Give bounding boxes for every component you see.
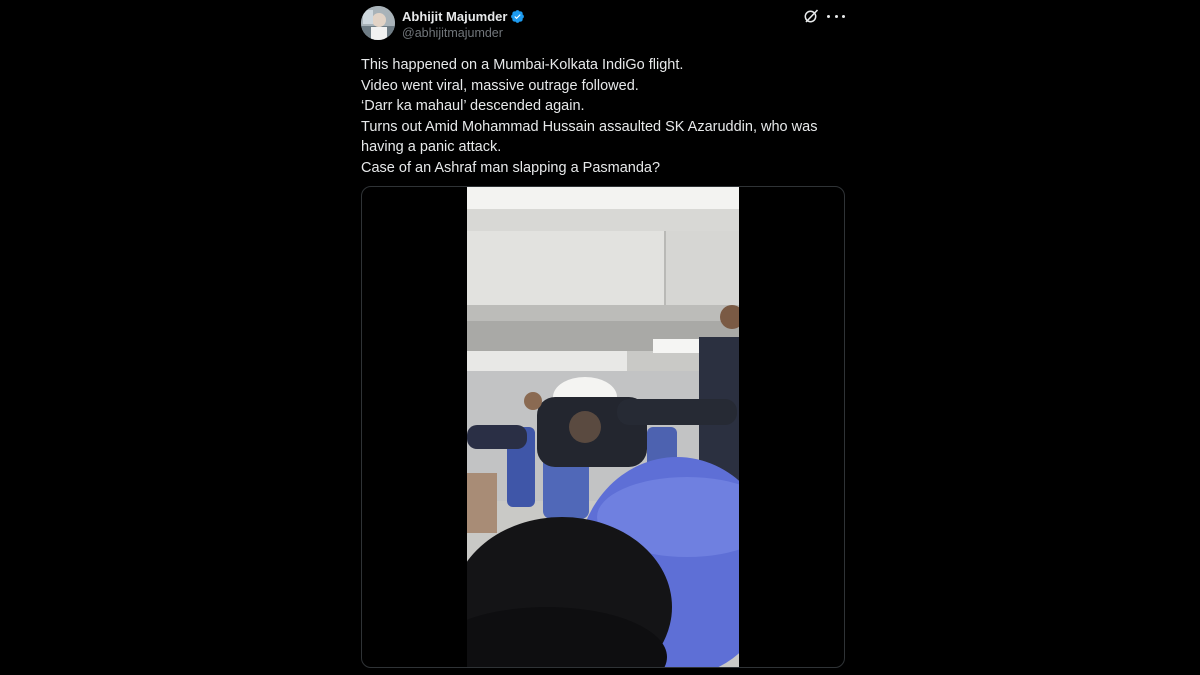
- tweet-text-line: Case of an Ashraf man slapping a Pasmand…: [361, 159, 661, 176]
- video-still-image: [467, 187, 739, 667]
- author-display-name[interactable]: Abhijit Majumder: [402, 9, 507, 24]
- tweet-text-line: Turns out Amid Mohammad Hussain assaulte…: [361, 118, 818, 156]
- tweet-text-line: This happened on a Mumbai-Kolkata IndiGo…: [361, 57, 684, 73]
- avatar[interactable]: [361, 6, 395, 40]
- tweet-header: Abhijit Majumder @abhijitmajumder: [361, 4, 845, 44]
- verified-badge-icon: [511, 9, 525, 23]
- video-media[interactable]: [361, 186, 845, 668]
- tweet-actions: [803, 8, 845, 24]
- more-options-icon[interactable]: [827, 8, 845, 24]
- tweet-text: This happened on a Mumbai-Kolkata IndiGo…: [361, 55, 845, 178]
- tweet-text-line: Video went viral, massive outrage follow…: [361, 77, 639, 94]
- author-handle[interactable]: @abhijitmajumder: [402, 26, 525, 40]
- video-frame[interactable]: [467, 187, 739, 667]
- tweet-text-line: ‘Darr ka mahaul’ descended again.: [361, 98, 585, 114]
- author-names: Abhijit Majumder @abhijitmajumder: [402, 7, 525, 40]
- grok-icon[interactable]: [803, 8, 819, 24]
- tweet-card: Abhijit Majumder @abhijitmajumder This h…: [361, 4, 845, 668]
